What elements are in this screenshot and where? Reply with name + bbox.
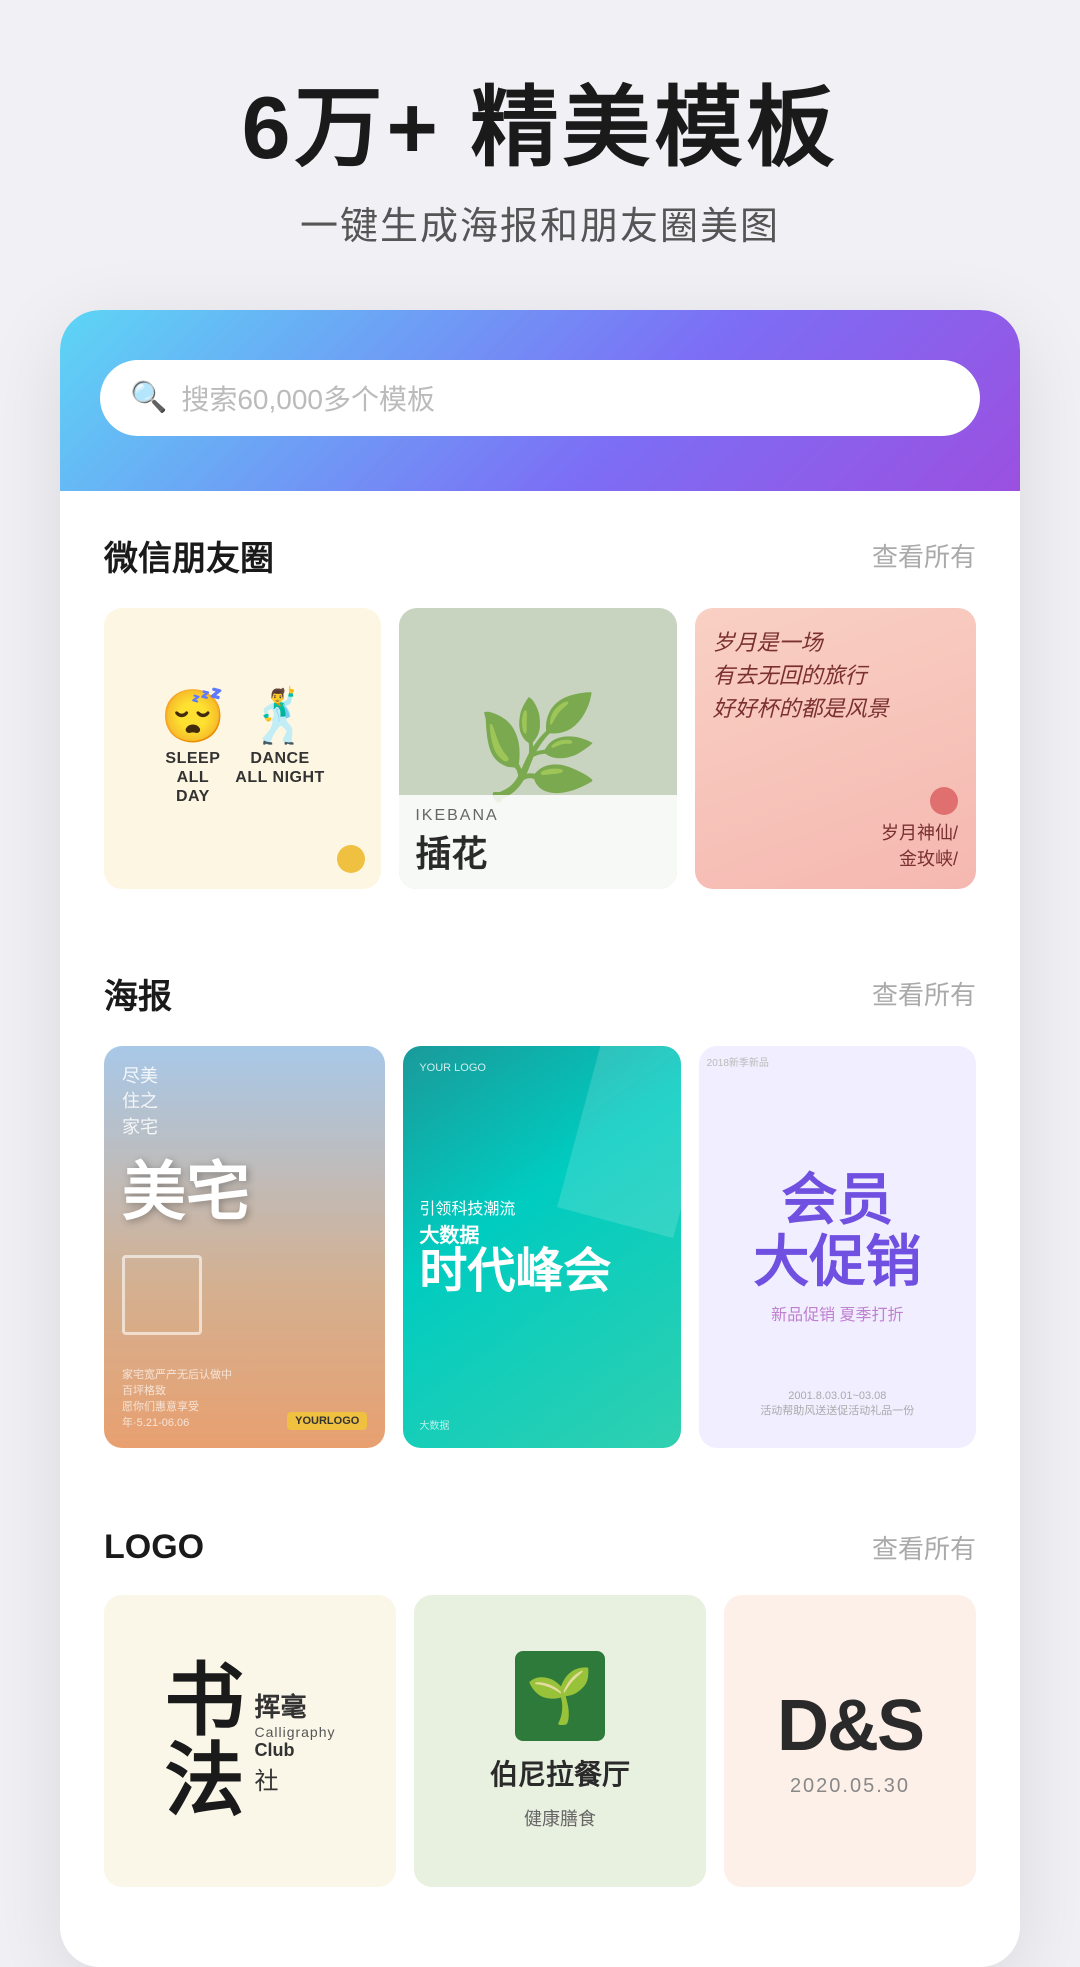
logo-section-title: LOGO bbox=[104, 1528, 204, 1567]
poster-card-member[interactable]: 2018新季新品 会员大促销 新品促销 夏季打折 2001.8.03.01~03… bbox=[699, 1046, 976, 1448]
ds-logo-text: D&S bbox=[777, 1685, 923, 1767]
wechat-cards-row: 😴 SLEEPALLDAY 🕺 DANCEALL NIGHT 🌿 bbox=[104, 608, 976, 889]
bigdata-bottom: 大数据 bbox=[419, 1417, 664, 1432]
calligraphy-right-text: 挥毫 Calligraphy Club 社 bbox=[254, 1687, 335, 1796]
bigdata-main: 时代峰会 bbox=[419, 1248, 664, 1296]
meizhai-desc: 尽美 住之 家宅 bbox=[122, 1064, 367, 1140]
meizhai-house-icon bbox=[122, 1255, 202, 1335]
plant-deco: 🌿 bbox=[476, 690, 601, 807]
dance-text: DANCEALL NIGHT bbox=[235, 749, 325, 787]
poster-cards-row: 尽美 住之 家宅 美宅 家宅宽严产无后认做中 百坪格致 愿你们惠意享受 bbox=[104, 1046, 976, 1448]
wechat-card-pink-quote[interactable]: 岁月是一场 有去无回的旅行 好好杯的都是风景 岁月神仙/ 金玫峡/ bbox=[695, 608, 976, 889]
search-bar[interactable]: 🔍 搜索60,000多个模板 bbox=[100, 360, 980, 436]
wechat-card-ikebana[interactable]: 🌿 IKEBANA 插花 bbox=[399, 608, 676, 889]
meizhai-title-text: 美宅 bbox=[122, 1160, 367, 1224]
poster-card-bigdata[interactable]: YOUR LOGO 引领科技潮流 大数据 时代峰会 大数据 bbox=[403, 1046, 680, 1448]
restaurant-sub: 健康膳食 bbox=[524, 1805, 596, 1831]
wechat-card-sleep-dance[interactable]: 😴 SLEEPALLDAY 🕺 DANCEALL NIGHT bbox=[104, 608, 381, 889]
calli-top-hanzi: 挥毫 bbox=[254, 1687, 335, 1724]
page-container: 6万+ 精美模板 一键生成海报和朋友圈美图 🔍 搜索60,000多个模板 微信朋… bbox=[0, 0, 1080, 1967]
meizhai-small-text: 家宅宽严产无后认做中 百坪格致 愿你们惠意享受 年·5.21-06.06 bbox=[122, 1366, 232, 1430]
main-title: 6万+ 精美模板 bbox=[242, 80, 839, 177]
restaurant-name: 伯尼拉餐厅 bbox=[490, 1753, 630, 1793]
wechat-section-header: 微信朋友圈 查看所有 bbox=[104, 531, 976, 580]
member-sub: 新品促销 夏季打折 bbox=[771, 1301, 903, 1325]
wechat-view-all-link[interactable]: 查看所有 bbox=[872, 537, 976, 574]
pink-bottom: 岁月神仙/ 金玫峡/ bbox=[713, 787, 958, 871]
pink-author2: 金玫峡/ bbox=[899, 849, 958, 869]
ds-date: 2020.05.30 bbox=[790, 1775, 910, 1798]
logo-section-header: LOGO 查看所有 bbox=[104, 1528, 976, 1567]
sleep-dance-content: 😴 SLEEPALLDAY 🕺 DANCEALL NIGHT bbox=[161, 691, 325, 807]
calli-cn-bottom: 社 bbox=[254, 1761, 335, 1796]
pink-line3: 好好杯的都是风景 bbox=[713, 696, 889, 721]
pink-line2: 有去无回的旅行 bbox=[713, 663, 867, 688]
poster-view-all-link[interactable]: 查看所有 bbox=[872, 975, 976, 1012]
meizhai-top: 尽美 住之 家宅 bbox=[122, 1064, 367, 1140]
search-icon: 🔍 bbox=[130, 380, 167, 415]
leaf-icon: 🌱 bbox=[526, 1665, 593, 1728]
logo-card-ds[interactable]: D&S 2020.05.30 bbox=[724, 1595, 976, 1887]
poster-section-header: 海报 查看所有 bbox=[104, 969, 976, 1018]
calli-en1: Calligraphy bbox=[254, 1724, 335, 1740]
ikebana-en-text: IKEBANA bbox=[415, 807, 660, 825]
yourlogo-badge: YOURLOGO bbox=[287, 1412, 367, 1430]
dance-emoji: 🕺 bbox=[248, 691, 313, 743]
ikebana-text-overlay: IKEBANA 插花 bbox=[399, 795, 676, 889]
header-section: 6万+ 精美模板 一键生成海报和朋友圈美图 bbox=[182, 80, 899, 250]
member-date-deco: 2001.8.03.01~03.08 活动帮助风送送促活动礼品一份 bbox=[760, 1390, 914, 1418]
poster-card-meizhai[interactable]: 尽美 住之 家宅 美宅 家宅宽严产无后认做中 百坪格致 愿你们惠意享受 bbox=[104, 1046, 385, 1448]
pink-quote-text: 岁月是一场 有去无回的旅行 好好杯的都是风景 bbox=[713, 626, 958, 725]
member-year-badge: 2018新季新品 bbox=[707, 1054, 769, 1069]
pink-line1: 岁月是一场 bbox=[713, 630, 823, 655]
logo-card-restaurant[interactable]: 🌱 伯尼拉餐厅 健康膳食 bbox=[414, 1595, 706, 1887]
search-header: 🔍 搜索60,000多个模板 bbox=[60, 310, 1020, 491]
calli-en2: Club bbox=[254, 1740, 335, 1761]
meizhai-middle bbox=[122, 1245, 367, 1345]
sleep-character: 😴 SLEEPALLDAY bbox=[161, 691, 226, 807]
wechat-section-title: 微信朋友圈 bbox=[104, 531, 274, 580]
sub-title: 一键生成海报和朋友圈美图 bbox=[242, 195, 839, 250]
sleep-text: SLEEPALLDAY bbox=[165, 749, 220, 807]
poster-section: 海报 查看所有 尽美 住之 家宅 美宅 bbox=[60, 929, 1020, 1468]
pink-author1: 岁月神仙/ bbox=[881, 823, 958, 843]
restaurant-icon-box: 🌱 bbox=[515, 1651, 605, 1741]
logo-cards-row: 书法 挥毫 Calligraphy Club 社 🌱 伯尼拉餐厅 健康膳食 bbox=[104, 1595, 976, 1887]
pink-tag-deco bbox=[930, 787, 958, 815]
app-card: 🔍 搜索60,000多个模板 微信朋友圈 查看所有 😴 SLEEPALLDAY bbox=[60, 310, 1020, 1967]
member-title: 会员大促销 bbox=[753, 1169, 921, 1292]
bigdata-diagonal-deco bbox=[557, 1046, 681, 1238]
logo-card-calligraphy[interactable]: 书法 挥毫 Calligraphy Club 社 bbox=[104, 1595, 396, 1887]
logo-view-all-link[interactable]: 查看所有 bbox=[872, 1529, 976, 1566]
sleep-emoji: 😴 bbox=[161, 691, 226, 743]
poster-section-title: 海报 bbox=[104, 969, 172, 1018]
calligraphy-chinese-chars: 书法 bbox=[164, 1661, 244, 1821]
wechat-section: 微信朋友圈 查看所有 😴 SLEEPALLDAY 🕺 DANCEALL NIGH… bbox=[60, 491, 1020, 909]
logo-section: LOGO 查看所有 书法 挥毫 Calligraphy Club 社 bbox=[60, 1488, 1020, 1907]
dance-character: 🕺 DANCEALL NIGHT bbox=[235, 691, 325, 787]
sleep-dots-deco bbox=[337, 845, 365, 873]
search-placeholder-text: 搜索60,000多个模板 bbox=[181, 378, 435, 418]
meizhai-footer: 家宅宽严产无后认做中 百坪格致 愿你们惠意享受 年·5.21-06.06 YOU… bbox=[122, 1366, 367, 1430]
pink-author: 岁月神仙/ 金玫峡/ bbox=[881, 819, 958, 871]
ikebana-cn-text: 插花 bbox=[415, 825, 660, 877]
